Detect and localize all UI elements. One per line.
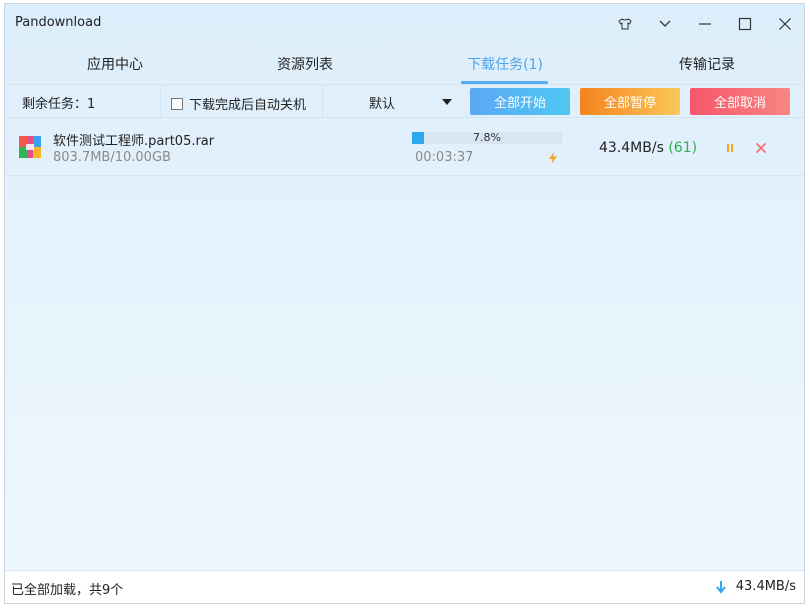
tab-resource-list[interactable]: 资源列表 [235,44,375,84]
download-row[interactable]: 软件测试工程师.part05.rar 803.7MB/10.00GB 7.8% … [5,118,804,176]
auto-shutdown-checkbox[interactable]: 下载完成后自动关机 [171,94,306,113]
maximize-button[interactable] [733,12,757,36]
file-size: 803.7MB/10.00GB [53,150,171,165]
dropdown-arrow-icon [442,99,452,105]
sort-select-value: 默认 [369,97,396,112]
lightning-icon [549,152,557,164]
progress-bar: 7.8% [412,132,562,144]
pause-task-button[interactable] [723,141,737,155]
connection-count: (61) [668,140,698,156]
download-toolbar: 剩余任务：1 下载完成后自动关机 默认 全部开始 全部暂停 全部取消 [5,84,804,118]
toolbar-divider [160,85,161,117]
remaining-tasks: 剩余任务：1 [22,97,96,112]
start-all-button[interactable]: 全部开始 [470,88,570,115]
skin-button[interactable] [613,12,637,36]
download-speed: 43.4MB/s (61) [599,140,697,156]
pandownload-window: Pandownload 应用中心 资源列表 下载任务(1) 传输记录 剩余任务：… [4,3,805,604]
chevron-down-icon [659,20,671,27]
checkbox-box[interactable] [171,97,183,110]
close-icon [779,18,791,30]
tab-app-center[interactable]: 应用中心 [45,44,185,84]
cancel-all-button[interactable]: 全部取消 [690,88,790,115]
menu-dropdown-button[interactable] [653,12,677,36]
pause-all-button[interactable]: 全部暂停 [580,88,680,115]
file-name: 软件测试工程师.part05.rar [53,134,215,149]
shirt-icon [618,18,632,30]
elapsed-time: 00:03:37 [415,150,474,165]
close-button[interactable] [773,12,797,36]
total-speed: 43.4MB/s [735,579,796,594]
minimize-button[interactable] [693,12,717,36]
sort-select[interactable]: 默认 [323,85,461,117]
maximize-icon [738,17,752,31]
main-tabs: 应用中心 资源列表 下载任务(1) 传输记录 [5,44,804,84]
progress-text: 7.8% [473,131,501,144]
archive-icon [19,136,41,158]
minimize-icon [699,23,711,25]
pause-icon [727,144,733,152]
close-icon [755,142,767,154]
title-bar: Pandownload [5,4,804,44]
speed-value: 43.4MB/s [599,140,664,156]
cancel-task-button[interactable] [754,141,768,155]
auto-shutdown-label: 下载完成后自动关机 [189,98,307,113]
load-status: 已全部加载，共9个 [11,583,124,598]
download-arrow-icon [716,581,726,594]
status-bar: 已全部加载，共9个 43.4MB/s [5,570,804,603]
tab-download-tasks[interactable]: 下载任务(1) [435,44,575,84]
tab-transfer-records[interactable]: 传输记录 [637,44,777,84]
window-title: Pandownload [15,15,102,30]
